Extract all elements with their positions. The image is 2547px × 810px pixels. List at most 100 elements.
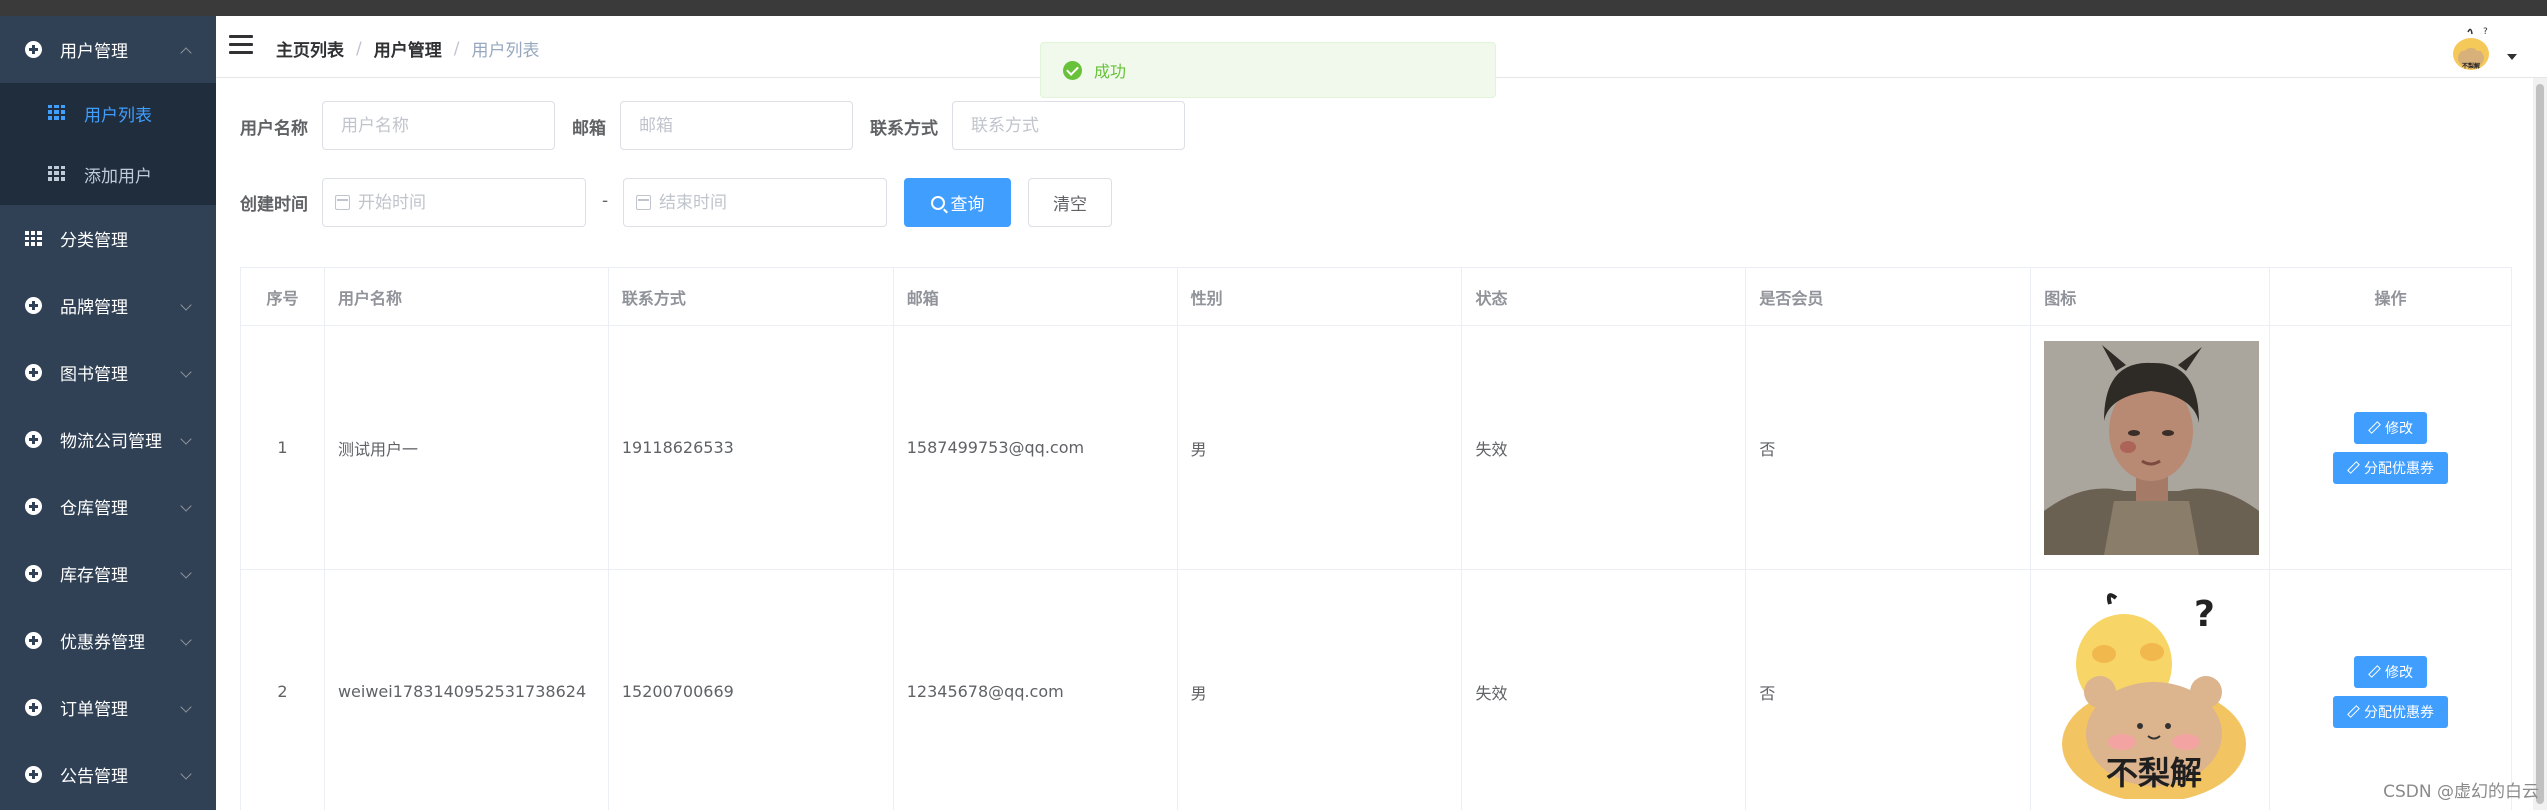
- vertical-scrollbar[interactable]: [2533, 78, 2547, 810]
- header-member: 是否会员: [1746, 268, 2032, 325]
- cell-contact: 19118626533: [609, 326, 894, 569]
- username-label: 用户名称: [240, 119, 308, 139]
- avatar[interactable]: ? 不梨解: [2449, 24, 2493, 72]
- assign-coupon-button-label: 分配优惠券: [2364, 460, 2435, 477]
- sidebar-item-label: 添加用户: [84, 167, 152, 187]
- contact-input[interactable]: [952, 101, 1185, 150]
- sidebar-item-category-management[interactable]: 分类管理: [0, 205, 216, 272]
- search-icon: [930, 195, 945, 210]
- header-username: 用户名称: [325, 268, 609, 325]
- breadcrumb: 主页列表 / 用户管理 / 用户列表: [276, 36, 539, 62]
- plus-circle-icon: [24, 364, 42, 382]
- edit-icon: [2347, 462, 2358, 473]
- sidebar-item-label: 库存管理: [60, 566, 128, 586]
- caret-down-icon[interactable]: [2507, 54, 2517, 60]
- sidebar-item-user-management[interactable]: 用户管理: [0, 16, 216, 83]
- cell-member: 否: [1746, 570, 2032, 810]
- username-input[interactable]: [322, 101, 555, 150]
- chevron-down-icon: [180, 633, 192, 646]
- avatar-caption: 不梨解: [2462, 62, 2480, 70]
- sidebar-item-inventory-management[interactable]: 库存管理: [0, 540, 216, 607]
- assign-coupon-button[interactable]: 分配优惠券: [2333, 695, 2449, 728]
- sidebar-item-label: 用户管理: [60, 42, 128, 62]
- end-date-input[interactable]: [623, 178, 887, 227]
- breadcrumb-home[interactable]: 主页列表: [276, 36, 344, 61]
- email-input-field[interactable]: [639, 115, 852, 136]
- contact-input-field[interactable]: [971, 115, 1184, 136]
- sidebar-item-coupon-management[interactable]: 优惠券管理: [0, 607, 216, 674]
- chevron-down-icon: [180, 432, 192, 445]
- clear-button-label: 清空: [1053, 195, 1087, 215]
- cell-email: 12345678@qq.com: [894, 570, 1178, 810]
- start-date-input-field[interactable]: [358, 192, 585, 213]
- success-message-text: 成功: [1094, 62, 1127, 81]
- cell-contact: 15200700669: [609, 570, 894, 810]
- query-button[interactable]: 查询: [904, 178, 1011, 227]
- sidebar-item-notice-management[interactable]: 公告管理: [0, 741, 216, 808]
- table-icon: [24, 230, 42, 248]
- sidebar-item-label: 订单管理: [60, 700, 128, 720]
- email-label: 邮箱: [572, 119, 606, 139]
- user-table: 序号 用户名称 联系方式 邮箱 性别 状态 是否会员 图标 操作 1 测试用户一…: [240, 267, 2512, 810]
- table-header-row: 序号 用户名称 联系方式 邮箱 性别 状态 是否会员 图标 操作: [241, 268, 2512, 326]
- sidebar-item-label: 优惠券管理: [60, 633, 145, 653]
- chevron-down-icon: [180, 365, 192, 378]
- hamburger-icon[interactable]: [229, 35, 253, 55]
- plus-circle-icon: [24, 699, 42, 717]
- edit-button[interactable]: 修改: [2354, 411, 2428, 444]
- header-actions: 操作: [2270, 268, 2512, 325]
- plus-circle-icon: [24, 766, 42, 784]
- calendar-icon: [335, 195, 350, 210]
- sidebar-item-label: 分类管理: [60, 231, 128, 251]
- cell-icon: [2031, 326, 2271, 569]
- assign-coupon-button[interactable]: 分配优惠券: [2333, 451, 2449, 484]
- table-icon: [48, 104, 66, 123]
- cell-username: 测试用户一: [325, 326, 609, 569]
- clear-button[interactable]: 清空: [1028, 178, 1112, 227]
- browser-top-strip: [0, 0, 2547, 16]
- sidebar-item-label: 物流公司管理: [60, 432, 162, 452]
- breadcrumb-separator: /: [356, 38, 362, 59]
- edit-button-label: 修改: [2385, 420, 2414, 437]
- plus-circle-icon: [24, 565, 42, 583]
- scrollbar-thumb[interactable]: [2536, 84, 2544, 804]
- sidebar-item-book-management[interactable]: 图书管理: [0, 339, 216, 406]
- username-input-field[interactable]: [341, 115, 554, 136]
- user-portrait-image: [2044, 340, 2260, 555]
- sidebar-item-label: 图书管理: [60, 365, 128, 385]
- start-date-input[interactable]: [322, 178, 586, 227]
- sidebar-item-label: 用户列表: [84, 106, 152, 126]
- sidebar: 用户管理 用户列表 添加用户 分类管理 品牌管理 图书管理 物流公司管理 仓库管…: [0, 16, 216, 810]
- sidebar-item-label: 品牌管理: [60, 298, 128, 318]
- sidebar-item-order-management[interactable]: 订单管理: [0, 674, 216, 741]
- query-button-label: 查询: [950, 195, 985, 215]
- sidebar-item-label: 仓库管理: [60, 499, 128, 519]
- cell-gender: 男: [1178, 326, 1463, 569]
- sidebar-item-warehouse-management[interactable]: 仓库管理: [0, 473, 216, 540]
- breadcrumb-user-management[interactable]: 用户管理: [374, 36, 442, 61]
- sidebar-item-logistics-management[interactable]: 物流公司管理: [0, 406, 216, 473]
- table-icon: [48, 165, 66, 184]
- sidebar-item-user-list[interactable]: 用户列表: [0, 83, 216, 144]
- cell-email: 1587499753@qq.com: [894, 326, 1178, 569]
- header-email: 邮箱: [894, 268, 1178, 325]
- sidebar-item-brand-management[interactable]: 品牌管理: [0, 272, 216, 339]
- sidebar-item-add-user[interactable]: 添加用户: [0, 144, 216, 205]
- contact-label: 联系方式: [870, 119, 938, 139]
- plus-circle-icon: [24, 431, 42, 449]
- email-input[interactable]: [620, 101, 853, 150]
- chevron-down-icon: [180, 566, 192, 579]
- edit-button[interactable]: 修改: [2354, 655, 2428, 688]
- edit-button-label: 修改: [2385, 664, 2414, 681]
- created-time-label: 创建时间: [240, 195, 308, 215]
- plus-circle-icon: [24, 297, 42, 315]
- table-row: 2 weiwei1783140952531738624 15200700669 …: [241, 570, 2512, 810]
- date-range-separator: -: [602, 191, 609, 211]
- chevron-down-icon: [180, 298, 192, 311]
- edit-icon: [2368, 666, 2379, 677]
- cell-member: 否: [1746, 326, 2032, 569]
- svg-text:?: ?: [2483, 27, 2488, 37]
- header-gender: 性别: [1178, 268, 1463, 325]
- success-message: 成功: [1040, 42, 1496, 98]
- end-date-input-field[interactable]: [659, 192, 886, 213]
